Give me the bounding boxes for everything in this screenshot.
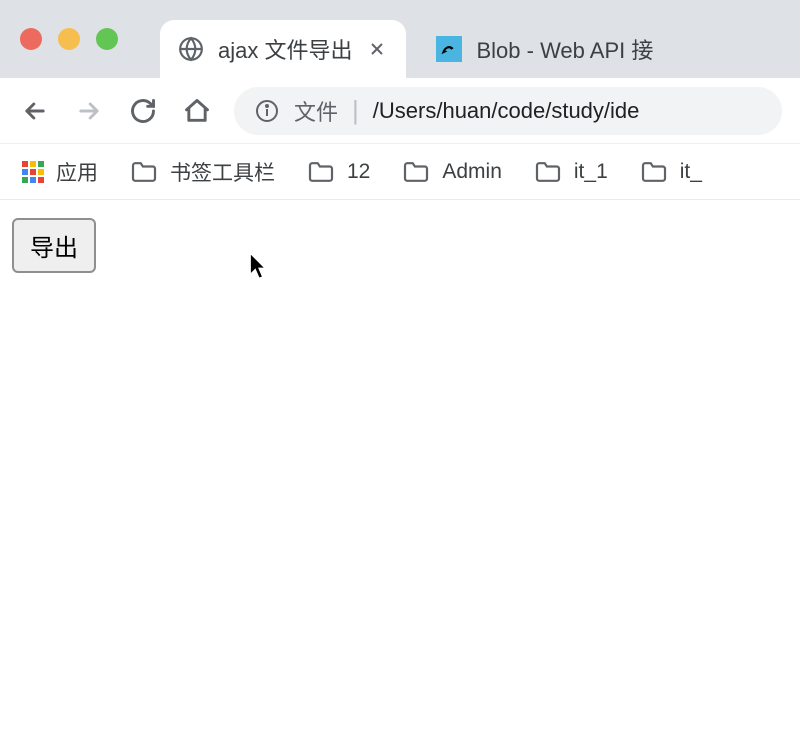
browser-toolbar: 文件 | /Users/huan/code/study/ide — [0, 78, 800, 144]
window-tab-strip: ajax 文件导出 Blob - Web API 接口 — [0, 0, 800, 78]
apps-shortcut[interactable]: 应用 — [22, 157, 98, 187]
folder-icon — [640, 161, 668, 183]
bookmark-folder[interactable]: it_1 — [534, 160, 608, 184]
back-button[interactable] — [18, 94, 52, 128]
url-scheme: 文件 — [294, 95, 338, 127]
tabs-container: ajax 文件导出 Blob - Web API 接口 — [160, 16, 674, 78]
bookmark-folder[interactable]: it_ — [640, 160, 702, 184]
home-button[interactable] — [180, 94, 214, 128]
bookmark-folder[interactable]: 书签工具栏 — [130, 157, 275, 187]
folder-icon — [402, 161, 430, 183]
info-icon[interactable] — [254, 98, 280, 124]
url-path: /Users/huan/code/study/ide — [373, 98, 640, 124]
tab-close-button[interactable] — [366, 38, 388, 60]
tab-title: Blob - Web API 接口 — [476, 33, 656, 65]
bookmark-label: Admin — [442, 160, 502, 184]
globe-icon — [178, 36, 204, 62]
window-maximize-button[interactable] — [96, 28, 118, 50]
tab-inactive[interactable]: Blob - Web API 接口 — [418, 20, 674, 78]
forward-button[interactable] — [72, 94, 106, 128]
bookmarks-bar: 应用 书签工具栏 12 Admin it_1 — [0, 144, 800, 200]
window-controls — [20, 28, 118, 50]
favicon-icon — [436, 36, 462, 62]
tab-active[interactable]: ajax 文件导出 — [160, 20, 406, 78]
bookmark-folder[interactable]: Admin — [402, 160, 502, 184]
url-divider: | — [352, 95, 359, 126]
apps-icon — [22, 161, 44, 183]
folder-icon — [130, 161, 158, 183]
bookmark-label: it_1 — [574, 160, 608, 184]
address-bar[interactable]: 文件 | /Users/huan/code/study/ide — [234, 87, 782, 135]
tab-title: ajax 文件导出 — [218, 33, 352, 65]
page-content: 导出 — [0, 200, 800, 291]
bookmark-folder[interactable]: 12 — [307, 160, 370, 184]
folder-icon — [307, 161, 335, 183]
reload-button[interactable] — [126, 94, 160, 128]
bookmark-label: 书签工具栏 — [170, 157, 275, 187]
window-close-button[interactable] — [20, 28, 42, 50]
export-button[interactable]: 导出 — [12, 218, 96, 273]
window-minimize-button[interactable] — [58, 28, 80, 50]
apps-label: 应用 — [56, 157, 98, 187]
folder-icon — [534, 161, 562, 183]
bookmark-label: it_ — [680, 160, 702, 184]
cursor-icon — [248, 252, 270, 282]
bookmark-label: 12 — [347, 160, 370, 184]
